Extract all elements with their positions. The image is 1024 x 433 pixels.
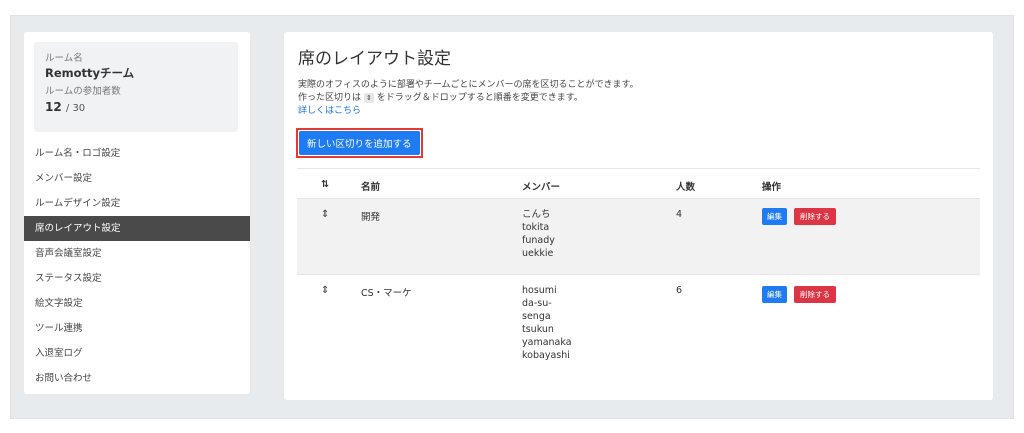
description-line-2-b: をドラッグ＆ドロップすると順番を変更できます。 — [376, 93, 583, 103]
add-section-button[interactable]: 新しい区切りを追加する — [299, 131, 420, 155]
room-name: Remottyチーム — [45, 66, 135, 80]
page-title: 席のレイアウト設定 — [298, 49, 451, 69]
table-header: ⇅ 名前 メンバー 人数 操作 — [297, 168, 980, 198]
member-count-max: / 30 — [65, 103, 86, 114]
table-row: ⇕ 開発 こんち tokita funady uekkie 4 編集 削除する — [297, 198, 980, 274]
edit-button[interactable]: 編集 — [762, 286, 787, 303]
add-button-highlight: 新しい区切りを追加する — [296, 128, 423, 158]
drag-handle-icon[interactable]: ⇕ — [321, 209, 329, 220]
sidebar-item-status[interactable]: ステータス設定 — [24, 266, 250, 291]
member-name: yamanaka — [522, 337, 572, 348]
help-link[interactable]: 詳しくはこちら — [298, 105, 639, 118]
column-header-members: メンバー — [522, 182, 561, 193]
sidebar: ルーム名 Remottyチーム ルームの参加者数 12 / 30 ルーム名・ロゴ… — [24, 32, 250, 394]
section-name: 開発 — [361, 212, 381, 223]
column-header-name: 名前 — [361, 182, 381, 193]
sidebar-item-entry-log[interactable]: 入退室ログ — [24, 341, 250, 366]
member-name: senga — [522, 311, 551, 322]
delete-button[interactable]: 削除する — [794, 208, 836, 225]
member-name: funady — [522, 235, 555, 246]
member-name: tsukun — [522, 324, 554, 335]
member-name: hosumi — [522, 285, 557, 296]
member-count: 4 — [676, 209, 683, 220]
sidebar-item-members[interactable]: メンバー設定 — [24, 166, 250, 191]
description-line-1: 実際のオフィスのように部署やチームごとにメンバーの席を区切ることができます。 — [298, 80, 639, 90]
column-header-actions: 操作 — [762, 182, 782, 193]
sidebar-item-seat-layout[interactable]: 席のレイアウト設定 — [24, 216, 250, 241]
sidebar-item-emoji[interactable]: 絵文字設定 — [24, 291, 250, 316]
description-line-2: 作った区切りは ⇕ をドラッグ＆ドロップすると順番を変更できます。 — [298, 92, 639, 105]
section-members: hosumi da-su- senga tsukun yamanaka koba… — [522, 284, 572, 362]
page-description: 実際のオフィスのように部署やチームごとにメンバーの席を区切ることができます。 作… — [298, 79, 639, 118]
member-name: tokita — [522, 222, 550, 233]
member-count-label: ルームの参加者数 — [45, 86, 121, 97]
description-line-2-a: 作った区切りは — [298, 93, 362, 103]
member-name: uekkie — [522, 248, 554, 259]
member-name: da-su- — [522, 298, 552, 309]
sidebar-item-contact[interactable]: お問い合わせ — [24, 366, 250, 391]
room-info-card: ルーム名 Remottyチーム ルームの参加者数 12 / 30 — [34, 42, 238, 132]
table-row: ⇕ CS・マーケ hosumi da-su- senga tsukun yama… — [297, 274, 980, 370]
main-panel: 席のレイアウト設定 実際のオフィスのように部署やチームごとにメンバーの席を区切る… — [284, 32, 993, 400]
edit-button[interactable]: 編集 — [762, 208, 787, 225]
member-name: こんち — [522, 209, 551, 220]
member-name: kobayashi — [522, 350, 570, 361]
sidebar-item-tool-integration[interactable]: ツール連携 — [24, 316, 250, 341]
sidebar-item-room-name-logo[interactable]: ルーム名・ロゴ設定 — [24, 141, 250, 166]
delete-button[interactable]: 削除する — [794, 286, 836, 303]
drag-handle-icon[interactable]: ⇕ — [321, 285, 329, 296]
member-count: 6 — [676, 285, 683, 296]
sort-icon: ⇅ — [321, 179, 329, 190]
section-name: CS・マーケ — [361, 288, 412, 299]
sidebar-item-voice-room[interactable]: 音声会議室設定 — [24, 241, 250, 266]
member-count: 12 / 30 — [45, 98, 227, 118]
member-count-value: 12 — [45, 100, 62, 114]
layout-table: ⇅ 名前 メンバー 人数 操作 ⇕ 開発 こんち tokita funady u… — [297, 168, 980, 370]
room-name-label: ルーム名 — [45, 53, 83, 64]
section-members: こんち tokita funady uekkie — [522, 208, 555, 260]
column-header-count: 人数 — [676, 182, 696, 193]
settings-nav: ルーム名・ロゴ設定 メンバー設定 ルームデザイン設定 席のレイアウト設定 音声会… — [24, 141, 250, 391]
sidebar-item-room-design[interactable]: ルームデザイン設定 — [24, 191, 250, 216]
drag-handle-icon: ⇕ — [363, 92, 374, 103]
